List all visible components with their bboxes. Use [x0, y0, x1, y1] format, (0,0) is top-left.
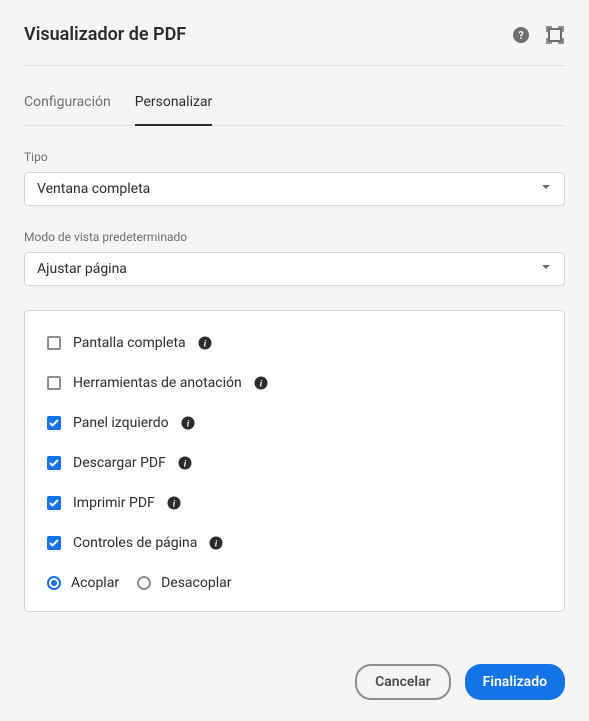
chevron-down-icon — [540, 261, 552, 277]
print-pdf-option-label: Imprimir PDF — [73, 495, 155, 511]
fullscreen-checkbox[interactable] — [47, 336, 61, 350]
undock-radio-label: Desacoplar — [161, 575, 231, 591]
fullscreen-option-label: Pantalla completa — [73, 335, 186, 351]
info-icon[interactable]: i — [198, 336, 212, 350]
page-controls-checkbox[interactable] — [47, 536, 61, 550]
info-icon[interactable]: i — [181, 416, 195, 430]
info-icon[interactable]: i — [209, 536, 223, 550]
undock-radio-input[interactable] — [137, 576, 151, 590]
info-icon[interactable]: i — [167, 496, 181, 510]
tab-configuration[interactable]: Configuración — [24, 82, 111, 126]
left-panel-option-label: Panel izquierdo — [73, 415, 169, 431]
type-select[interactable]: Ventana completa — [24, 172, 565, 206]
help-icon[interactable]: ? — [511, 25, 531, 45]
tabs: Configuración Personalizar — [24, 82, 565, 126]
default-view-mode-select[interactable]: Ajustar página — [24, 252, 565, 286]
options-panel: Pantalla completa i Herramientas de anot… — [24, 310, 565, 612]
page-controls-option-label: Controles de página — [73, 535, 197, 551]
dock-radio-label: Acoplar — [71, 575, 119, 591]
info-icon[interactable]: i — [254, 376, 268, 390]
dialog-title: Visualizador de PDF — [24, 24, 186, 45]
default-view-mode-label: Modo de vista predeterminado — [24, 230, 565, 244]
dock-radio-input[interactable] — [47, 576, 61, 590]
type-label: Tipo — [24, 150, 565, 164]
left-panel-checkbox[interactable] — [47, 416, 61, 430]
info-icon[interactable]: i — [178, 456, 192, 470]
tab-customize[interactable]: Personalizar — [135, 82, 213, 126]
download-pdf-option-label: Descargar PDF — [73, 455, 166, 471]
cancel-button[interactable]: Cancelar — [355, 664, 451, 700]
chevron-down-icon — [540, 181, 552, 197]
undock-radio[interactable]: Desacoplar — [137, 575, 231, 591]
dock-radio[interactable]: Acoplar — [47, 575, 119, 591]
fullscreen-icon[interactable] — [545, 25, 565, 45]
download-pdf-checkbox[interactable] — [47, 456, 61, 470]
type-select-value: Ventana completa — [37, 181, 150, 197]
svg-text:?: ? — [518, 29, 524, 42]
default-view-mode-value: Ajustar página — [37, 261, 127, 277]
print-pdf-checkbox[interactable] — [47, 496, 61, 510]
done-button[interactable]: Finalizado — [465, 664, 565, 700]
annotation-tools-checkbox[interactable] — [47, 376, 61, 390]
annotation-tools-option-label: Herramientas de anotación — [73, 375, 242, 391]
